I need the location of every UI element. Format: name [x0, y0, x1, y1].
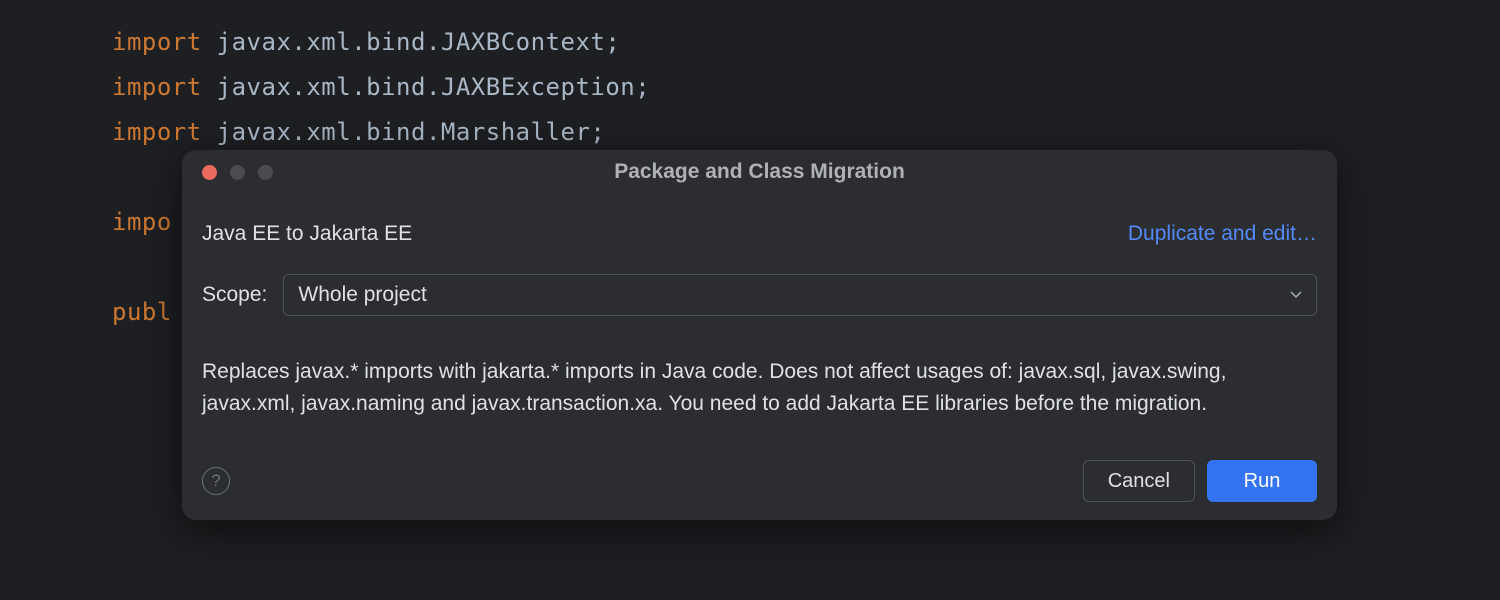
scope-label: Scope: [202, 283, 267, 307]
help-icon[interactable]: ? [202, 467, 230, 495]
code-line: import javax.xml.bind.JAXBContext; [112, 20, 1500, 65]
minimize-icon [230, 165, 245, 180]
scope-dropdown[interactable]: Whole project [283, 274, 1317, 316]
code-line: import javax.xml.bind.Marshaller; [112, 110, 1500, 155]
cancel-button[interactable]: Cancel [1083, 460, 1195, 502]
dialog-titlebar: Package and Class Migration [182, 150, 1337, 194]
keyword-import: impo [112, 208, 172, 236]
keyword-import: import [112, 118, 202, 146]
scope-selected-value: Whole project [298, 283, 426, 307]
code-text: javax.xml.bind.Marshaller; [217, 118, 606, 146]
duplicate-edit-link[interactable]: Duplicate and edit… [1128, 222, 1317, 246]
dialog-footer: ? Cancel Run [202, 460, 1317, 502]
keyword-import: import [112, 73, 202, 101]
maximize-icon [258, 165, 273, 180]
migration-description: Replaces javax.* imports with jakarta.* … [202, 356, 1317, 420]
code-line: import javax.xml.bind.JAXBException; [112, 65, 1500, 110]
migration-name-label: Java EE to Jakarta EE [202, 222, 412, 246]
close-icon[interactable] [202, 165, 217, 180]
code-text: javax.xml.bind.JAXBContext; [217, 28, 621, 56]
dialog-title: Package and Class Migration [182, 160, 1337, 184]
keyword-public: publ [112, 298, 172, 326]
dialog-body: Java EE to Jakarta EE Duplicate and edit… [182, 194, 1337, 520]
keyword-import: import [112, 28, 202, 56]
run-button[interactable]: Run [1207, 460, 1317, 502]
dialog-header-row: Java EE to Jakarta EE Duplicate and edit… [202, 222, 1317, 246]
code-text: javax.xml.bind.JAXBException; [217, 73, 651, 101]
scope-row: Scope: Whole project [202, 274, 1317, 316]
chevron-down-icon [1290, 288, 1302, 302]
window-controls [182, 165, 273, 180]
migration-dialog: Package and Class Migration Java EE to J… [182, 150, 1337, 520]
dialog-buttons: Cancel Run [1083, 460, 1317, 502]
